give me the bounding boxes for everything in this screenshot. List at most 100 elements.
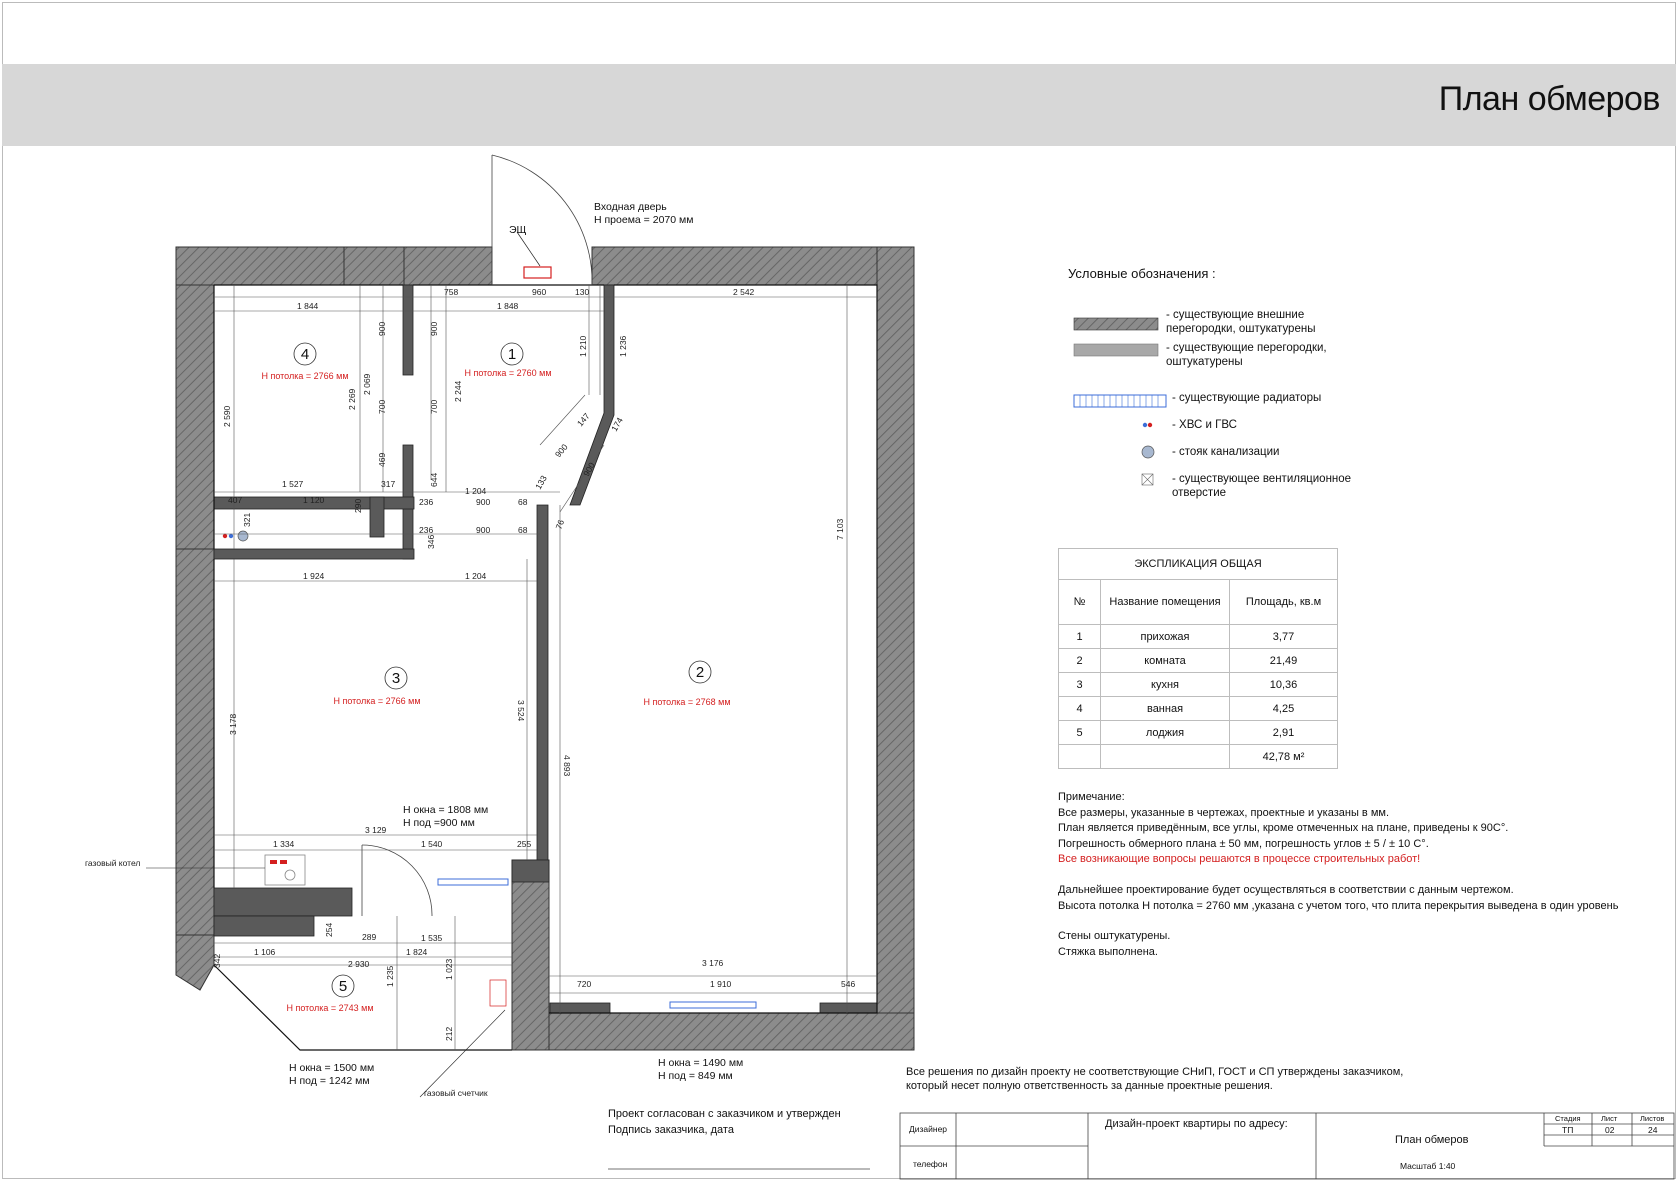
room-5-ceiling: Н потолка = 2743 мм	[286, 1003, 373, 1013]
dimension: 236	[419, 525, 433, 535]
stamp-designer: Дизайнер	[909, 1124, 948, 1134]
room-2-number: 2	[696, 664, 704, 681]
room-3-ceiling: Н потолка = 2766 мм	[333, 696, 420, 706]
room-window-sill: Н под = 849 мм	[658, 1070, 733, 1082]
dimension: 130	[575, 287, 589, 297]
table-cell: прихожая	[1100, 624, 1230, 649]
note-line: Стяжка выполнена.	[1058, 945, 1158, 958]
note-line: Дальнейшее проектирование будет осуществ…	[1058, 883, 1514, 896]
dimension: 1 910	[710, 979, 732, 989]
dimension: 1 540	[421, 839, 443, 849]
dimension: 1 106	[254, 947, 276, 957]
floor-plan: 4 Н потолка = 2766 мм 1 Н потолка = 2760…	[85, 154, 1675, 1180]
stamp-sheets: 24	[1648, 1125, 1658, 1135]
dimension: 342	[212, 954, 222, 968]
legend-item-water: - ХВС и ГВС	[1172, 419, 1237, 431]
explication-total: 42,78 м²	[1229, 744, 1338, 769]
kitchen-window-height: Н окна = 1808 мм	[403, 804, 488, 816]
stamp-phone: телефон	[913, 1159, 948, 1169]
dimension: 68	[518, 525, 528, 535]
approval-line: Проект согласован с заказчиком и утвержд…	[608, 1108, 841, 1120]
dimension: 900	[476, 497, 490, 507]
dimension: 1 334	[273, 839, 295, 849]
water-pipes-icon	[1142, 422, 1148, 428]
table-cell: комната	[1100, 648, 1230, 673]
entrance-label: Входная дверь	[594, 201, 667, 213]
sewer-riser-icon	[1141, 445, 1155, 459]
stamp-sheet-title: План обмеров	[1395, 1134, 1469, 1146]
table-cell: 3,77	[1229, 624, 1338, 649]
explication-header: Название помещения	[1100, 579, 1230, 625]
hatched-wall-swatch	[1073, 317, 1159, 331]
legend-item-exterior-walls: - существующие внешние перегородки, ошту…	[1166, 309, 1316, 335]
dimension: 900	[377, 322, 387, 336]
legend-title: Условные обозначения :	[1068, 266, 1216, 281]
stamp-scale: Масштаб 1:40	[1400, 1161, 1456, 1171]
dimension: 2 069	[362, 373, 372, 395]
table-cell: кухня	[1100, 672, 1230, 697]
dimension: 3 176	[702, 958, 724, 968]
radiator-icon	[437, 878, 757, 1009]
room-window-height: Н окна = 1490 мм	[658, 1057, 743, 1069]
dimension: 68	[518, 497, 528, 507]
boiler-callout: газовый котел	[85, 858, 140, 868]
dimension: 147	[575, 411, 592, 429]
legend-item-sewer: - стояк канализации	[1172, 446, 1280, 458]
table-cell: лоджия	[1100, 720, 1230, 745]
vent-opening-icon	[1141, 473, 1154, 486]
dimension: 1 023	[444, 958, 454, 980]
entrance-door	[491, 154, 593, 286]
dimension: 900	[476, 525, 490, 535]
note-line: Примечание:	[1058, 791, 1125, 803]
table-cell	[1100, 744, 1230, 769]
water-pipes-icon	[222, 533, 228, 539]
explication-table: ЭКСПЛИКАЦИЯ ОБЩАЯ № Название помещения П…	[1058, 548, 1338, 769]
sewer-riser-icon	[237, 530, 249, 542]
dimension: 255	[517, 839, 531, 849]
table-cell	[1058, 744, 1101, 769]
dimension: 2 269	[347, 388, 357, 410]
dimension: 469	[377, 453, 387, 467]
entrance-height: Н проема = 2070 мм	[594, 214, 693, 226]
kitchen-door	[361, 844, 433, 917]
notes: Примечание: Все размеры, указанные в чер…	[1058, 790, 1668, 960]
room-3-number: 3	[392, 670, 400, 687]
table-cell: 2	[1058, 648, 1101, 673]
dimension: 407	[228, 495, 242, 505]
table-cell: 10,36	[1229, 672, 1338, 697]
signature-label: Подпись заказчика, дата	[608, 1124, 734, 1136]
dimension: 1 527	[282, 479, 304, 489]
explication-header: Площадь, кв.м	[1229, 579, 1338, 625]
dimension: 236	[419, 497, 433, 507]
dimension: 1 120	[303, 495, 325, 505]
room-5-number: 5	[339, 978, 347, 995]
dimension: 1 924	[303, 571, 325, 581]
legend-item-radiators: - существующие радиаторы	[1172, 392, 1322, 404]
dimension: 644	[429, 473, 439, 487]
table-total-row: 42,78 м²	[1058, 744, 1338, 769]
note-line: Все размеры, указанные в чертежах, проек…	[1058, 806, 1390, 819]
dimension: 900	[429, 322, 439, 336]
dimension: 4 893	[562, 755, 572, 777]
dimension: 289	[362, 932, 376, 942]
dimension: 546	[841, 979, 855, 989]
legend-item-vent: - существующее вентиляционное отверстие	[1172, 473, 1352, 499]
explication-title: ЭКСПЛИКАЦИЯ ОБЩАЯ	[1058, 548, 1338, 580]
room-4-number: 4	[301, 346, 309, 363]
dimension: 212	[444, 1027, 454, 1041]
table-cell: 21,49	[1229, 648, 1338, 673]
dimension: 3 178	[228, 713, 238, 735]
note-line: Погрешность обмерного плана ± 50 мм, пог…	[1058, 837, 1429, 850]
stamp-stage: ТП	[1562, 1125, 1574, 1135]
dimension: 346	[426, 535, 436, 549]
partition-swatch	[1073, 343, 1159, 357]
dimension: 758	[444, 287, 458, 297]
dimension: 960	[532, 287, 546, 297]
dimension: 2 244	[453, 380, 463, 402]
loggia-window-sill: Н под = 1242 мм	[289, 1075, 370, 1087]
table-cell: 4,25	[1229, 696, 1338, 721]
dimension: 254	[324, 923, 334, 937]
stamp-sheets-header: Листов	[1640, 1114, 1665, 1123]
dimension: 133	[533, 473, 549, 491]
dimension: 2 590	[222, 405, 232, 427]
